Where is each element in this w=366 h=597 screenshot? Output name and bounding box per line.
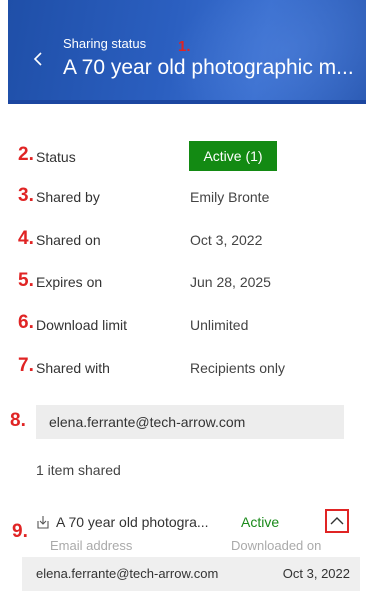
download-limit-label: Download limit <box>36 317 128 333</box>
expires-on-label: Expires on <box>36 274 103 290</box>
shared-item-status: Active <box>241 514 280 530</box>
items-shared-count: 1 item shared <box>36 462 121 478</box>
marker-6: 6. <box>18 312 34 333</box>
marker-1: 1. <box>178 38 191 55</box>
recipient-row: elena.ferrante@tech-arrow.com Oct 3, 202… <box>22 557 360 591</box>
shared-on-label: Shared on <box>36 232 101 248</box>
recipient-row-email: elena.ferrante@tech-arrow.com <box>36 566 219 581</box>
marker-7: 7. <box>18 355 34 376</box>
marker-5: 5. <box>18 270 34 291</box>
download-limit-value: Unlimited <box>190 317 249 333</box>
chevron-up-icon <box>330 517 344 525</box>
marker-8: 8. <box>10 410 26 431</box>
page-title: A 70 year old photographic m... <box>63 56 354 79</box>
shared-with-label: Shared with <box>36 360 110 376</box>
expires-on-value: Jun 28, 2025 <box>190 274 271 290</box>
shared-by-label: Shared by <box>36 189 100 205</box>
recipient-email: elena.ferrante@tech-arrow.com <box>49 414 246 430</box>
shared-by-value: Emily Bronte <box>190 189 270 205</box>
recipient-row-downloaded-on: Oct 3, 2022 <box>282 566 350 581</box>
collapse-item-button[interactable] <box>325 509 349 533</box>
chevron-left-icon <box>33 52 42 66</box>
marker-2: 2. <box>18 144 34 165</box>
marker-4: 4. <box>18 228 34 249</box>
back-button[interactable] <box>30 48 46 70</box>
shared-item-name: A 70 year old photogra... <box>56 514 209 530</box>
shared-item-row[interactable]: A 70 year old photogra... Active <box>36 509 356 534</box>
recipient-email-chip: elena.ferrante@tech-arrow.com <box>36 405 344 439</box>
header-bottom-strip <box>8 100 366 104</box>
shared-with-value: Recipients only <box>190 360 285 376</box>
download-icon <box>37 516 49 529</box>
downloaded-on-column-header: Downloaded on <box>231 538 322 553</box>
marker-3: 3. <box>18 185 34 206</box>
shared-on-value: Oct 3, 2022 <box>190 232 263 248</box>
marker-9: 9. <box>12 521 28 542</box>
email-address-column-header: Email address <box>50 538 133 553</box>
status-badge: Active (1) <box>189 141 277 171</box>
status-label: Status <box>36 149 76 165</box>
header-subtitle: Sharing status <box>63 36 147 51</box>
